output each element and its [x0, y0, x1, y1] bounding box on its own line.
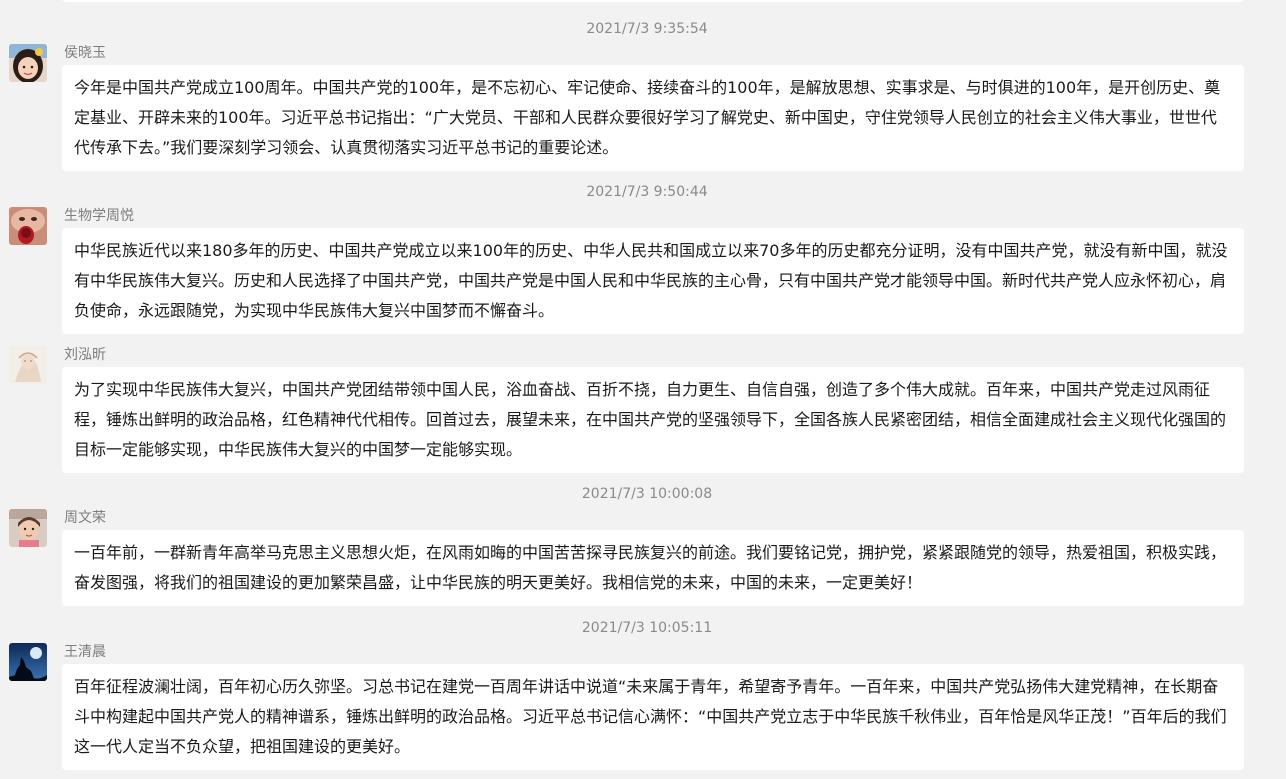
message-bubble[interactable]: 今年是中国共产党成立100周年。中国共产党的100年，是不忘初心、牢记使命、接续… — [62, 65, 1244, 171]
howling-wolf-avatar-icon[interactable] — [9, 643, 47, 681]
message-timestamp: 2021/7/3 10:00:08 — [581, 486, 713, 502]
message-bubble[interactable]: 中华民族近代以来180多年的历史、中国共产党成立以来100年的历史、中华人民共和… — [62, 228, 1244, 334]
message-bubble[interactable]: 一百年前，一群新青年高举马克思主义思想火炬，在风雨如晦的中国苦苦探寻民族复兴的前… — [62, 530, 1244, 606]
message-timestamp: 2021/7/3 10:05:11 — [581, 620, 713, 636]
previous-message-bubble — [62, 0, 1244, 2]
scrollbar-track[interactable] — [1280, 0, 1286, 779]
message-timestamp: 2021/7/3 9:35:54 — [586, 21, 708, 37]
face-closeup-avatar-icon[interactable] — [9, 207, 47, 245]
message-bubble[interactable]: 为了实现中华民族伟大复兴，中国共产党团结带领中国人民，浴血奋战、百折不挠，自力更… — [62, 367, 1244, 473]
girl-portrait-avatar-icon[interactable] — [9, 44, 47, 82]
sender-name: 王清晨 — [64, 644, 106, 660]
message-timestamp: 2021/7/3 9:50:44 — [586, 184, 708, 200]
message-bubble[interactable]: 百年征程波澜壮阔，百年初心历久弥坚。习总书记在建党一百周年讲话中说道“未来属于青… — [62, 664, 1244, 770]
sender-name: 侯晓玉 — [64, 45, 106, 61]
sender-name: 刘泓昕 — [64, 347, 106, 363]
child-photo-avatar-icon[interactable] — [9, 509, 47, 547]
sender-name: 生物学周悦 — [64, 208, 134, 224]
sender-name: 周文荣 — [64, 510, 106, 526]
pale-sketch-avatar-icon[interactable] — [9, 346, 47, 384]
chat-history-panel[interactable]: 2021/7/3 9:35:54 侯晓玉 今年是中国共产党成立100周年。中国共… — [0, 0, 1286, 779]
